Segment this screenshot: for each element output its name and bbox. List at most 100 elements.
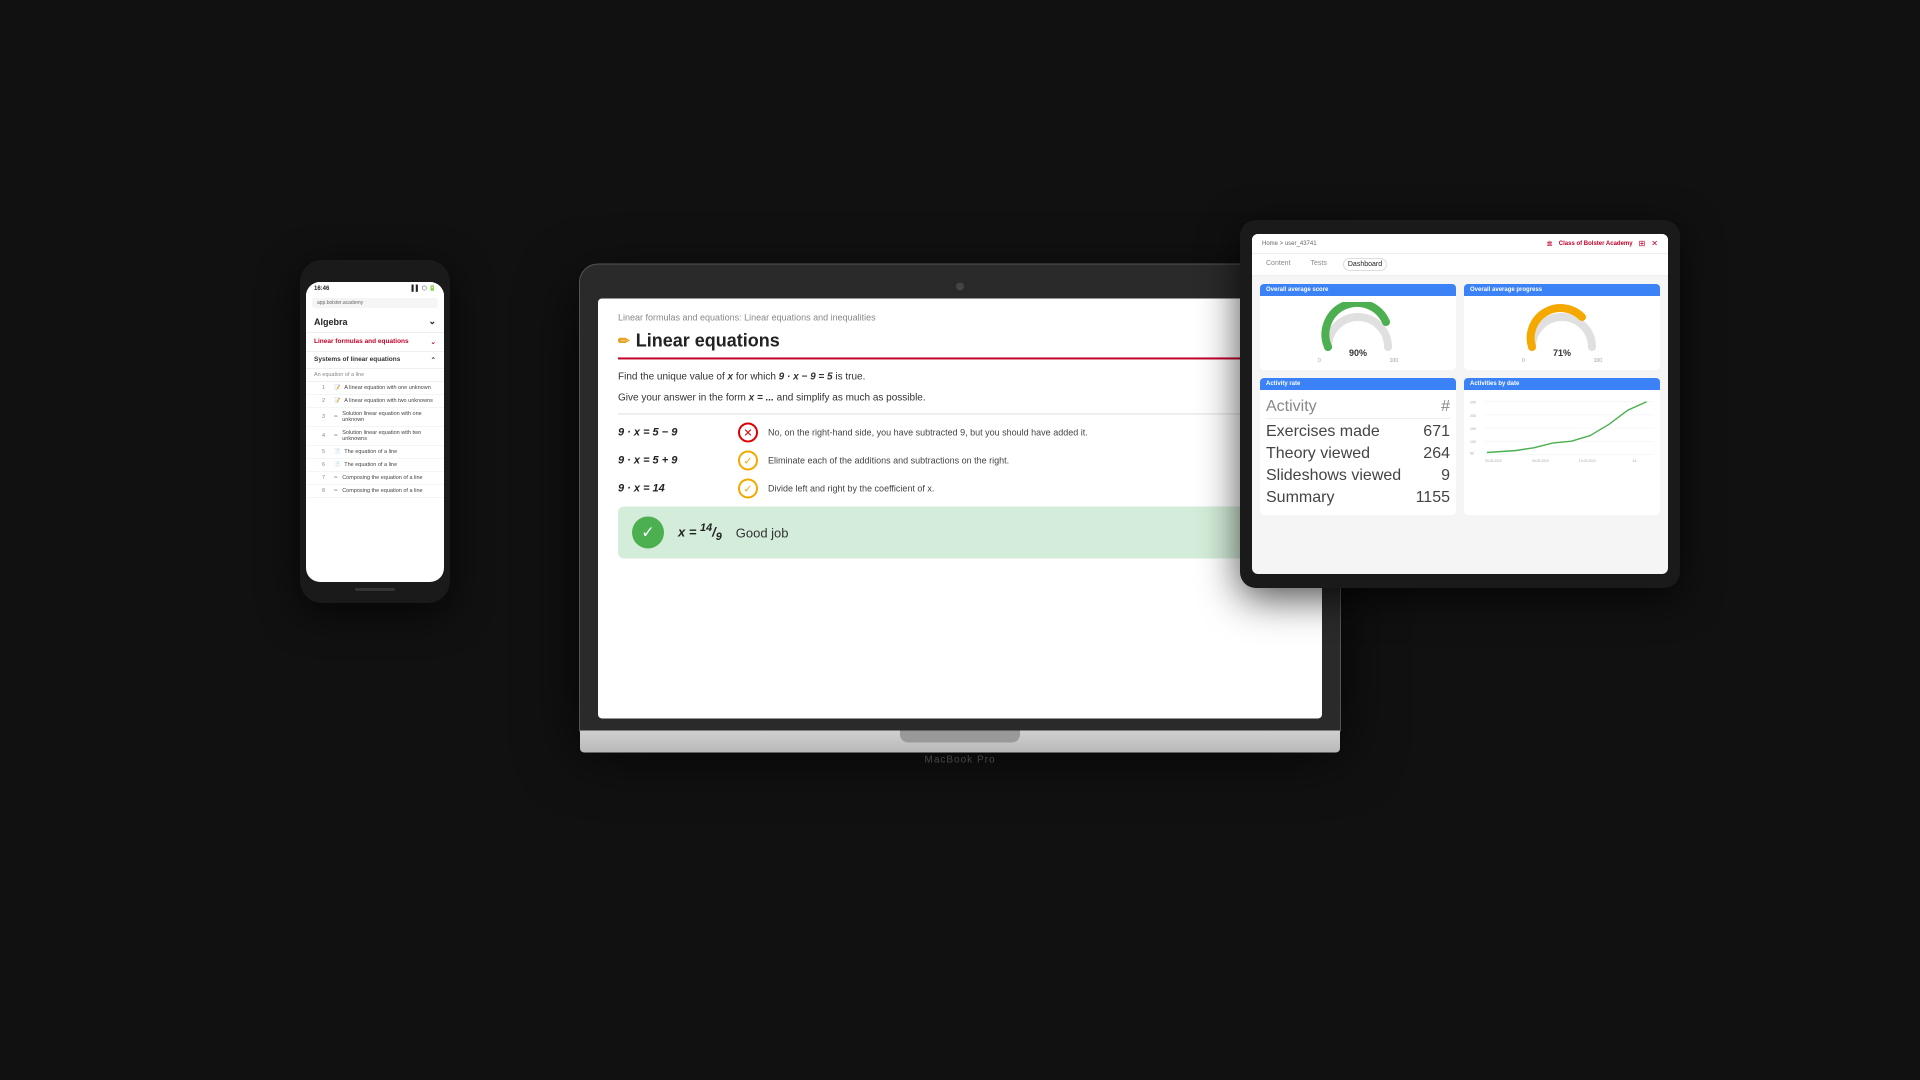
activities-chart-svg: 250 200 150 100 50: [1468, 394, 1656, 464]
formula-1: 9 · x = 5 − 9: [618, 426, 728, 438]
phone-signal-icons: ▌▌ ⬡ 🔋: [411, 285, 436, 292]
svg-text:05-05-2020: 05-05-2020: [1532, 459, 1549, 463]
laptop-screen-outer: Linear formulas and equations: Linear eq…: [580, 264, 1340, 730]
grid-icon: ⊞: [1639, 239, 1646, 248]
tablet-header-right: 🏛 Class of Bolster Academy ⊞ ✕: [1546, 239, 1658, 248]
answer-text-1: No, on the right-hand side, you have sub…: [768, 427, 1302, 437]
breadcrumb: Linear formulas and equations: Linear eq…: [618, 312, 1302, 322]
phone-screen: 16:46 ▌▌ ⬡ 🔋 app.bolster.academy Algebra…: [306, 282, 444, 582]
card-activity-rate: Activity rate Activity # Exercises made …: [1260, 378, 1456, 515]
pencil-icon: ✏: [618, 332, 630, 349]
answer-text-3: Divide left and right by the coefficient…: [768, 483, 1302, 493]
laptop-content: Linear formulas and equations: Linear eq…: [598, 298, 1322, 718]
gauge-score-svg: [1318, 302, 1398, 352]
phone-device: 16:46 ▌▌ ⬡ 🔋 app.bolster.academy Algebra…: [300, 260, 450, 603]
page-title: ✏ Linear equations: [618, 330, 1302, 351]
phone-sub-header: An equation of a line: [306, 369, 444, 382]
success-check-icon: ✓: [632, 516, 664, 548]
title-text: Linear equations: [636, 330, 780, 351]
gauge-score-labels: 0 100: [1318, 358, 1398, 364]
laptop-notch: [900, 730, 1020, 742]
answer-row-1: 9 · x = 5 − 9 ✕ No, on the right-hand si…: [618, 422, 1302, 442]
good-job-text: Good job: [736, 525, 789, 540]
svg-text:10-05-2020: 10-05-2020: [1579, 459, 1596, 463]
list-item-6[interactable]: 7 ✏ Composing the equation of a line: [306, 472, 444, 485]
activity-row-3: Summary 1155: [1266, 487, 1450, 509]
success-row: ✓ x = 14/9 Good job: [618, 506, 1302, 558]
question-line2: Give your answer in the form x = ... and…: [618, 390, 1302, 405]
card-score-header: Overall average score: [1260, 284, 1456, 296]
correct-icon-3: ✓: [738, 478, 758, 498]
scene: Linear formulas and equations: Linear eq…: [360, 140, 1560, 940]
correct-icon-2: ✓: [738, 450, 758, 470]
card-progress-header: Overall average progress: [1464, 284, 1660, 296]
activity-row-0: Exercises made 671: [1266, 421, 1450, 443]
svg-text:250: 250: [1470, 401, 1476, 405]
formula-2: 9 · x = 5 + 9: [618, 454, 728, 466]
tablet-body: Overall average score 90% 0: [1252, 276, 1668, 523]
list-item-5[interactable]: 6 📄 The equation of a line: [306, 459, 444, 472]
phone-outer: 16:46 ▌▌ ⬡ 🔋 app.bolster.academy Algebra…: [300, 260, 450, 603]
activity-table-container: Activity # Exercises made 671 Theory vie…: [1260, 390, 1456, 515]
card-average-score: Overall average score 90% 0: [1260, 284, 1456, 370]
svg-text:150: 150: [1470, 427, 1476, 431]
phone-subject: Algebra ⌄: [306, 311, 444, 333]
list-item-1[interactable]: 2 📝 A linear equation with two unknowns: [306, 395, 444, 408]
answer-row-3: 9 · x = 14 ✓ Divide left and right by th…: [618, 478, 1302, 498]
tab-tests[interactable]: Tests: [1307, 258, 1331, 271]
list-item-0[interactable]: 1 📝 A linear equation with one unknown: [306, 382, 444, 395]
list-item-4[interactable]: 5 📄 The equation of a line: [306, 446, 444, 459]
svg-text:200: 200: [1470, 414, 1476, 418]
phone-menu-linear[interactable]: Linear formulas and equations ⌄: [306, 333, 444, 352]
gauge-score: 90% 0 100: [1260, 296, 1456, 370]
activity-row-2: Slideshows viewed 9: [1266, 465, 1450, 487]
laptop-camera: [956, 282, 964, 290]
tab-content[interactable]: Content: [1262, 258, 1295, 271]
laptop-screen: Linear formulas and equations: Linear eq…: [598, 298, 1322, 718]
close-icon: ✕: [1651, 239, 1658, 248]
svg-text:100: 100: [1470, 440, 1476, 444]
svg-text:50: 50: [1470, 451, 1474, 455]
activity-row-1: Theory viewed 264: [1266, 443, 1450, 465]
list-item-3[interactable]: 4 ✏ Solution linear equation with two un…: [306, 427, 444, 446]
activity-table-header: Activity #: [1266, 396, 1450, 419]
phone-time: 16:46: [314, 286, 329, 292]
tablet-academy: Class of Bolster Academy: [1559, 241, 1633, 247]
tablet-screen: Home > user_43741 🏛 Class of Bolster Aca…: [1252, 234, 1668, 574]
red-divider: [618, 357, 1302, 359]
chart-container: 250 200 150 100 50: [1464, 390, 1660, 470]
phone-notch: [350, 270, 400, 278]
list-item-2[interactable]: 3 ✏ Solution linear equation with one un…: [306, 408, 444, 427]
tablet-outer: Home > user_43741 🏛 Class of Bolster Aca…: [1240, 220, 1680, 588]
phone-home-indicator: [355, 588, 395, 591]
svg-text:03-05-2020: 03-05-2020: [1485, 459, 1502, 463]
divider: [618, 413, 1302, 414]
tablet-breadcrumb: Home > user_43741: [1262, 241, 1317, 247]
laptop-label: MacBook Pro: [580, 754, 1340, 765]
laptop-base: [580, 730, 1340, 752]
phone-url-bar: app.bolster.academy: [312, 298, 438, 308]
tablet-device: Home > user_43741 🏛 Class of Bolster Aca…: [1240, 220, 1680, 588]
card-date-header: Activities by date: [1464, 378, 1660, 390]
card-activity-header: Activity rate: [1260, 378, 1456, 390]
gauge-progress: 71% 0 100: [1464, 296, 1660, 370]
wrong-icon-1: ✕: [738, 422, 758, 442]
phone-menu-systems[interactable]: Systems of linear equations ⌃: [306, 352, 444, 369]
svg-text:24-: 24-: [1633, 459, 1638, 463]
answer-row-2: 9 · x = 5 + 9 ✓ Eliminate each of the ad…: [618, 450, 1302, 470]
tablet-tabs: Content Tests Dashboard: [1252, 254, 1668, 276]
question-line1: Find the unique value of x for which 9 ·…: [618, 369, 1302, 384]
gauge-progress-svg: [1522, 302, 1602, 352]
card-average-progress: Overall average progress 71% 0: [1464, 284, 1660, 370]
answer-text-2: Eliminate each of the additions and subt…: [768, 455, 1302, 465]
phone-status-bar: 16:46 ▌▌ ⬡ 🔋: [306, 282, 444, 295]
tab-dashboard[interactable]: Dashboard: [1343, 258, 1387, 271]
tablet-header: Home > user_43741 🏛 Class of Bolster Aca…: [1252, 234, 1668, 254]
formula-3: 9 · x = 14: [618, 482, 728, 494]
laptop-device: Linear formulas and equations: Linear eq…: [580, 264, 1340, 765]
gauge-score-value: 90%: [1349, 348, 1367, 358]
list-item-7[interactable]: 8 ✏ Composing the equation of a line: [306, 485, 444, 498]
gauge-progress-labels: 0 100: [1522, 358, 1602, 364]
card-activities-date: Activities by date 250 200 150 100 50: [1464, 378, 1660, 515]
success-formula: x = 14/9: [678, 522, 722, 543]
